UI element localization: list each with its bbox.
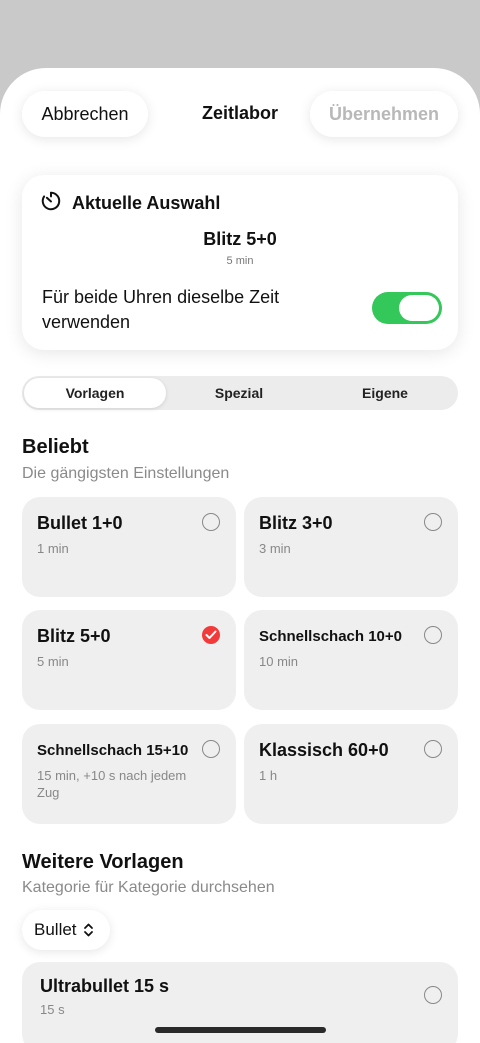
preset-radio[interactable]: [424, 740, 442, 758]
chevron-up-down-icon: [83, 923, 93, 937]
timer-icon: [40, 190, 62, 217]
same-time-label: Für beide Uhren dieselbe Zeit verwenden: [42, 287, 280, 332]
preset-time: 10 min: [259, 654, 299, 669]
preset-time: 5 min: [37, 654, 69, 669]
top-bar: Abbrechen Zeitlabor Übernehmen: [0, 68, 480, 163]
preset-name: Bullet 1+0: [37, 513, 123, 533]
preset-name: Schnellschach 10+0: [259, 628, 402, 645]
same-time-toggle[interactable]: [372, 292, 442, 324]
preset-radio[interactable]: [202, 740, 220, 758]
time-lab-sheet: Abbrechen Zeitlabor Übernehmen Aktuelle …: [0, 68, 480, 1043]
popular-section-title: Beliebt: [22, 436, 89, 458]
current-preset-time: 5 min: [226, 255, 254, 267]
preset-card[interactable]: Blitz 3+0 3 min: [244, 497, 458, 597]
more-section-title: Weitere Vorlagen: [22, 851, 184, 873]
preset-name: Blitz 3+0: [259, 513, 333, 533]
list-item-time: 15 s: [40, 1002, 65, 1017]
toggle-knob: [399, 295, 439, 321]
preset-radio[interactable]: [424, 626, 442, 644]
category-dropdown[interactable]: Bullet: [22, 910, 110, 950]
preset-time: 15 min, +10 s nach jedem Zug: [37, 768, 187, 800]
preset-name: Blitz 5+0: [37, 626, 111, 646]
preset-card[interactable]: Bullet 1+0 1 min: [22, 497, 236, 597]
current-selection-header: Aktuelle Auswahl: [40, 190, 220, 217]
tab-vorlagen[interactable]: Vorlagen: [24, 378, 166, 408]
list-item-name: Ultrabullet 15 s: [40, 976, 170, 996]
apply-button[interactable]: Übernehmen: [310, 91, 458, 137]
popular-section-subtitle: Die gängigsten Einstellungen: [22, 465, 230, 482]
preset-radio[interactable]: [202, 513, 220, 531]
more-section-subtitle: Kategorie für Kategorie durchsehen: [22, 879, 275, 896]
category-dropdown-label: Bullet: [34, 920, 77, 939]
current-selection-card: Aktuelle Auswahl Blitz 5+0 5 min Für bei…: [22, 175, 458, 350]
preset-radio-selected[interactable]: [202, 626, 220, 644]
current-selection-title: Aktuelle Auswahl: [72, 193, 221, 213]
preset-card[interactable]: Schnellschach 15+10 15 min, +10 s nach j…: [22, 724, 236, 824]
preset-name: Schnellschach 15+10: [37, 742, 189, 759]
current-preset-name: Blitz 5+0: [203, 229, 277, 249]
preset-time: 3 min: [259, 541, 291, 556]
preset-time: 1 h: [259, 768, 278, 783]
category-segmented-control: Vorlagen Spezial Eigene: [22, 376, 458, 410]
home-indicator: [155, 1027, 326, 1033]
preset-time: 1 min: [37, 541, 69, 556]
preset-card[interactable]: Schnellschach 10+0 10 min: [244, 610, 458, 710]
tab-spezial[interactable]: Spezial: [168, 378, 310, 408]
preset-name: Klassisch 60+0: [259, 740, 389, 760]
preset-card[interactable]: Klassisch 60+0 1 h: [244, 724, 458, 824]
preset-card[interactable]: Blitz 5+0 5 min: [22, 610, 236, 710]
preset-radio[interactable]: [424, 513, 442, 531]
tab-eigene[interactable]: Eigene: [314, 378, 456, 408]
list-item-radio[interactable]: [424, 986, 442, 1004]
checkmark-icon: [205, 630, 217, 639]
